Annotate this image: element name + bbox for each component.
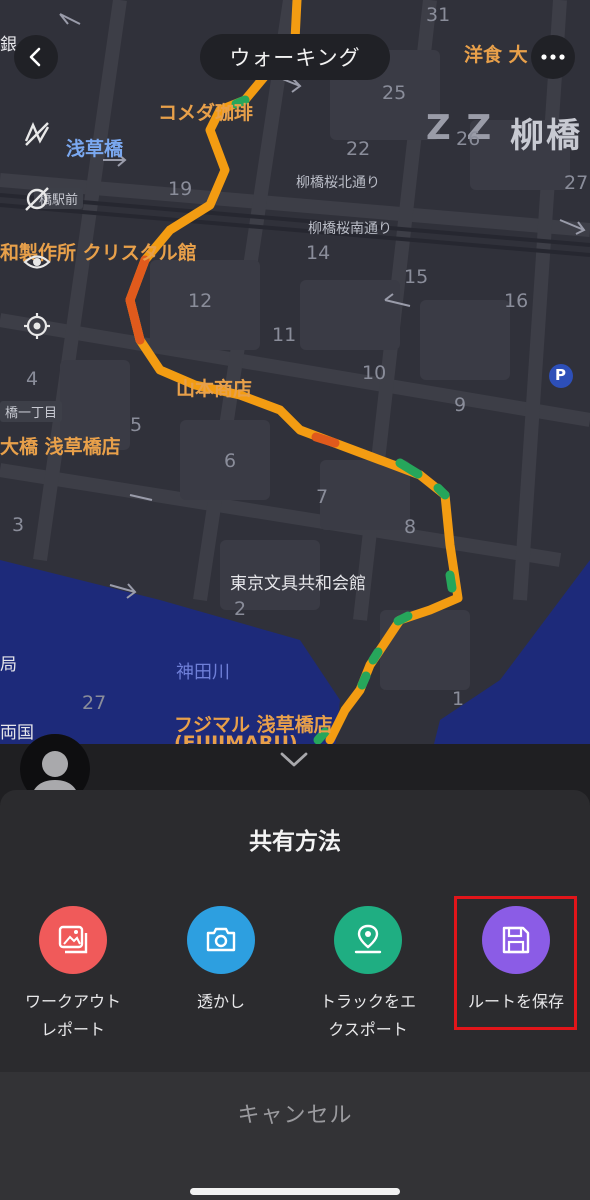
route-pin-icon xyxy=(354,924,382,954)
area-label: 柳橋 xyxy=(510,116,582,156)
watermark-button[interactable] xyxy=(187,906,255,974)
block-number: 31 xyxy=(426,4,451,26)
map-layer-toggle[interactable] xyxy=(19,116,55,152)
poi-label[interactable]: 大橋 浅草橋店 xyxy=(0,432,121,459)
watermark-option[interactable]: 透かし xyxy=(146,906,296,1016)
map-label: 両国 xyxy=(0,723,34,743)
parking-label: P xyxy=(555,366,566,384)
block-number: 10 xyxy=(362,362,387,384)
cancel-button[interactable]: キャンセル xyxy=(0,1072,590,1154)
block-number: 26 xyxy=(456,128,481,150)
camera-icon xyxy=(206,927,236,952)
highlight-box xyxy=(454,896,577,1030)
block-number: 1 xyxy=(452,688,465,710)
block-number: 27 xyxy=(564,172,589,194)
block-number: 12 xyxy=(188,290,213,312)
poi-label[interactable]: 山本商店 xyxy=(176,374,252,401)
workout-report-button[interactable] xyxy=(39,906,107,974)
back-button[interactable] xyxy=(14,35,58,79)
more-button[interactable] xyxy=(531,35,575,79)
export-track-button[interactable] xyxy=(334,906,402,974)
block-number: 6 xyxy=(224,450,237,472)
more-dots-icon xyxy=(541,54,565,60)
block-number: 25 xyxy=(382,82,407,104)
locate-icon xyxy=(24,313,50,339)
visibility-toggle[interactable] xyxy=(19,244,55,280)
block-number: 19 xyxy=(168,178,193,200)
block-number: 8 xyxy=(404,516,417,538)
workout-report-option[interactable]: ワークアウト レポート xyxy=(0,906,148,1044)
block-number: 3 xyxy=(12,514,25,536)
map-label: 局 xyxy=(0,655,17,675)
block-number: 14 xyxy=(306,242,331,264)
river-label: 神田川 xyxy=(176,662,230,683)
home-indicator[interactable] xyxy=(190,1188,400,1195)
block-number: 22 xyxy=(346,138,371,160)
block-number: 9 xyxy=(454,394,467,416)
street-label: 柳橋桜北通り xyxy=(296,175,380,191)
station-label[interactable]: 浅草橋 xyxy=(66,134,123,161)
block-number: 5 xyxy=(130,414,143,436)
layer-hidden-icon xyxy=(25,187,49,211)
block-number: 27 xyxy=(82,692,107,714)
hide-layer-toggle[interactable] xyxy=(19,181,55,217)
block-number: 7 xyxy=(316,486,329,508)
map-tag: 橋一丁目 xyxy=(0,401,63,422)
map-layer-off-icon xyxy=(24,122,50,146)
export-track-option[interactable]: トラックをエ クスポート xyxy=(293,906,443,1044)
image-icon xyxy=(58,925,88,954)
block-number: 16 xyxy=(504,290,529,312)
chevron-down-icon[interactable] xyxy=(278,748,310,772)
block-number: 11 xyxy=(272,324,297,346)
street-label: 柳橋桜南通り xyxy=(308,221,392,237)
option-label: トラックをエ クスポート xyxy=(319,992,416,1039)
block-number: 2 xyxy=(234,598,247,620)
block-number: 15 xyxy=(404,266,429,288)
poi-label[interactable]: コメダ珈琲 xyxy=(158,98,253,125)
poi-label[interactable]: 洋食 大 xyxy=(464,40,528,67)
option-label: ワークアウト レポート xyxy=(24,992,121,1039)
chevron-left-icon xyxy=(29,47,41,67)
sport-mode-label[interactable]: ウォーキング xyxy=(200,34,390,80)
locate-button[interactable] xyxy=(19,308,55,344)
poi-label[interactable]: 東京文具共和会館 xyxy=(230,569,366,594)
workout-map[interactable]: 銀 コメダ珈琲 浅草橋 洋食 大 柳橋 Z Z 橋駅前 柳橋桜北通り 柳橋桜南通… xyxy=(0,0,590,800)
share-sheet-title: 共有方法 xyxy=(249,829,341,855)
eye-icon xyxy=(23,255,51,269)
option-label: 透かし xyxy=(196,992,245,1011)
block-number: 4 xyxy=(26,368,39,390)
map-canvas xyxy=(0,0,590,800)
